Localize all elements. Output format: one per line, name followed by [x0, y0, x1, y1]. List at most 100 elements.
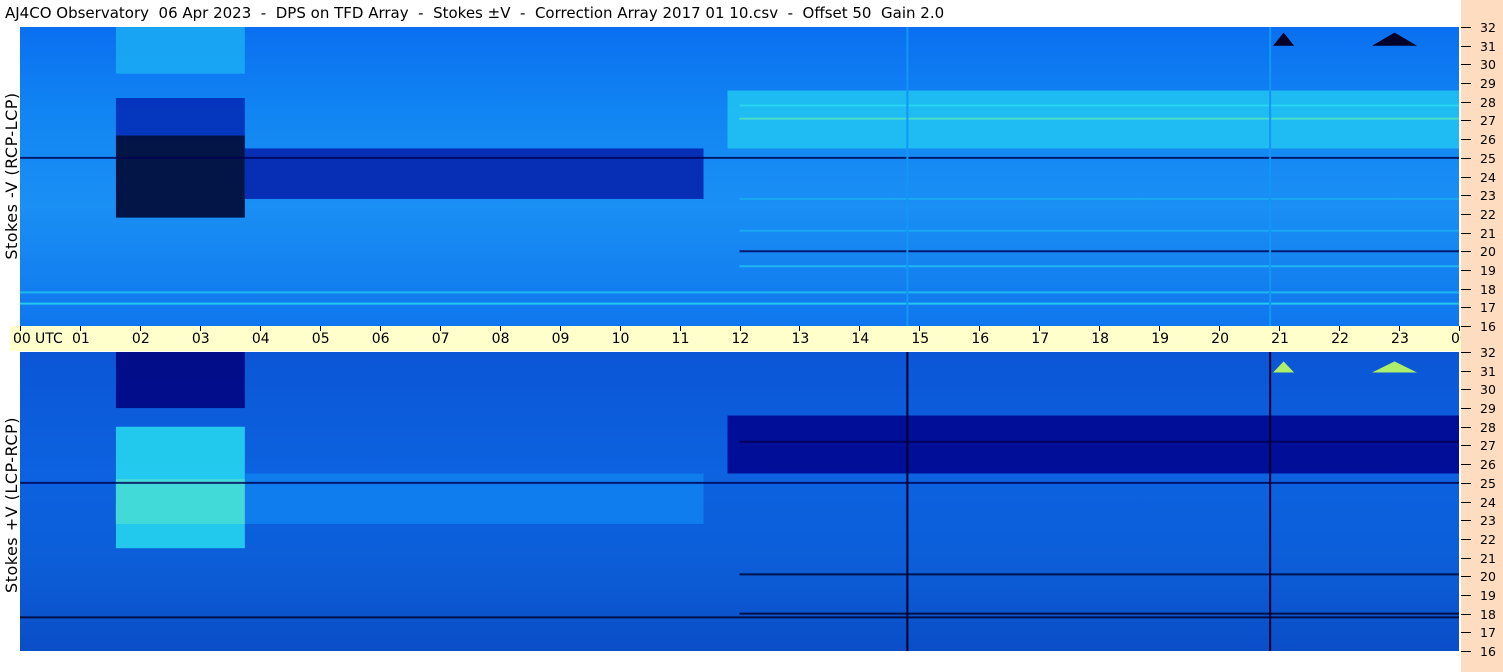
freq-tick-mark — [1461, 307, 1471, 309]
time-tick-label: 05 — [311, 331, 330, 347]
freq-tick-mark — [1461, 482, 1471, 484]
time-tick-label: 01 — [71, 331, 90, 347]
freq-tick-mark — [1461, 501, 1471, 503]
chart-title: AJ4CO Observatory 06 Apr 2023 - DPS on T… — [5, 4, 945, 22]
freq-tick-mark — [1461, 576, 1471, 578]
freq-tick-label: 30 — [1480, 382, 1496, 398]
freq-tick-label: 23 — [1480, 513, 1496, 529]
freq-tick-label: 30 — [1480, 57, 1496, 73]
time-tick-label: 20 — [1211, 331, 1229, 347]
freq-tick-mark — [1461, 632, 1471, 634]
freq-tick-label: 32 — [1480, 345, 1496, 360]
freq-tick-label: 21 — [1480, 225, 1496, 241]
spectral-region — [115, 426, 245, 549]
spectral-region — [115, 352, 245, 409]
time-tick-label: 16 — [971, 331, 990, 347]
time-tick-label: 00 — [13, 331, 31, 347]
bottom-y-axis-label: Stokes +V (LCP-RCP) — [2, 417, 21, 593]
time-tick-label: 09 — [551, 331, 570, 347]
freq-tick-label: 20 — [1480, 244, 1496, 260]
freq-tick-mark — [1461, 557, 1471, 559]
spectral-region — [115, 135, 245, 218]
freq-tick-label: 17 — [1480, 625, 1496, 641]
freq-tick-label: 25 — [1480, 150, 1496, 166]
freq-tick-label: 19 — [1480, 262, 1496, 278]
freq-tick-mark — [1461, 651, 1471, 652]
freq-tick-mark — [1461, 594, 1471, 596]
spectral-region — [244, 148, 704, 199]
spectrogram-top — [20, 27, 1459, 326]
freq-tick-mark — [1461, 27, 1471, 28]
freq-tick-label: 29 — [1480, 76, 1496, 92]
freq-tick-mark — [1461, 45, 1471, 47]
freq-tick-mark — [1461, 83, 1471, 85]
freq-tick-label: 24 — [1480, 169, 1496, 185]
time-tick-label: 19 — [1151, 331, 1170, 347]
time-tick-label: 12 — [731, 331, 750, 347]
freq-tick-mark — [1461, 426, 1471, 428]
freq-tick-label: 26 — [1480, 132, 1496, 148]
freq-tick-label: 28 — [1480, 419, 1496, 435]
freq-tick-label: 26 — [1480, 457, 1496, 473]
freq-tick-label: 24 — [1480, 494, 1496, 510]
radio-burst — [1372, 361, 1418, 373]
freq-tick-label: 27 — [1480, 113, 1496, 129]
freq-tick-label: 31 — [1480, 38, 1496, 54]
freq-tick-label: 18 — [1480, 281, 1496, 297]
freq-tick-label: 16 — [1480, 319, 1496, 334]
freq-tick-label: 18 — [1480, 606, 1496, 622]
time-tick-label: 15 — [911, 331, 930, 347]
freq-tick-mark — [1461, 408, 1471, 410]
freq-tick-mark — [1461, 370, 1471, 372]
freq-tick-mark — [1461, 64, 1471, 66]
freq-tick-mark — [1461, 195, 1471, 197]
spectrogram-top-marks — [20, 27, 1459, 326]
spectral-region — [115, 27, 245, 74]
spectral-region — [115, 98, 245, 136]
freq-tick-label: 22 — [1480, 531, 1496, 547]
freq-tick-mark — [1461, 613, 1471, 615]
freq-tick-label: 21 — [1480, 550, 1496, 566]
spectral-region — [244, 473, 704, 524]
freq-tick-mark — [1461, 232, 1471, 234]
freq-tick-mark — [1461, 157, 1471, 159]
time-tick-label: 21 — [1271, 331, 1289, 347]
freq-tick-label: 19 — [1480, 587, 1496, 603]
freq-tick-mark — [1461, 269, 1471, 271]
freq-tick-mark — [1461, 538, 1471, 540]
freq-tick-label: 22 — [1480, 206, 1496, 222]
freq-tick-mark — [1461, 352, 1471, 353]
time-tick-label: 22 — [1331, 331, 1349, 347]
time-tick-label: 04 — [251, 331, 270, 347]
freq-tick-label: 32 — [1480, 20, 1496, 35]
freq-tick-label: 16 — [1480, 644, 1496, 659]
freq-tick-mark — [1461, 213, 1471, 215]
freq-tick-mark — [1461, 176, 1471, 178]
freq-tick-mark — [1461, 101, 1471, 103]
time-tick-label: 11 — [671, 331, 690, 347]
freq-tick-mark — [1461, 326, 1471, 327]
freq-tick-label: 17 — [1480, 300, 1496, 316]
freq-tick-mark — [1461, 389, 1471, 391]
time-tick-label: 03 — [191, 331, 210, 347]
time-tick-label: 08 — [491, 331, 510, 347]
top-y-axis-label: Stokes -V (RCP-LCP) — [2, 92, 21, 260]
freq-tick-label: 23 — [1480, 188, 1496, 204]
spectrogram-bottom — [20, 352, 1459, 651]
freq-tick-mark — [1461, 120, 1471, 122]
freq-tick-mark — [1461, 288, 1471, 290]
time-tick-label: 17 — [1031, 331, 1050, 347]
time-tick-label: 02 — [131, 331, 150, 347]
freq-tick-label: 25 — [1480, 475, 1496, 491]
radio-burst — [1273, 32, 1295, 46]
freq-tick-mark — [1461, 520, 1471, 522]
freq-tick-label: 27 — [1480, 438, 1496, 454]
time-tick-label: 07 — [431, 331, 450, 347]
freq-tick-label: 20 — [1480, 569, 1496, 585]
time-tick-label: 23 — [1391, 331, 1409, 347]
freq-tick-mark — [1461, 445, 1471, 447]
radio-burst — [1273, 361, 1295, 373]
freq-tick-mark — [1461, 251, 1471, 253]
time-tick-label: 06 — [371, 331, 390, 347]
spectral-region — [727, 415, 1459, 474]
